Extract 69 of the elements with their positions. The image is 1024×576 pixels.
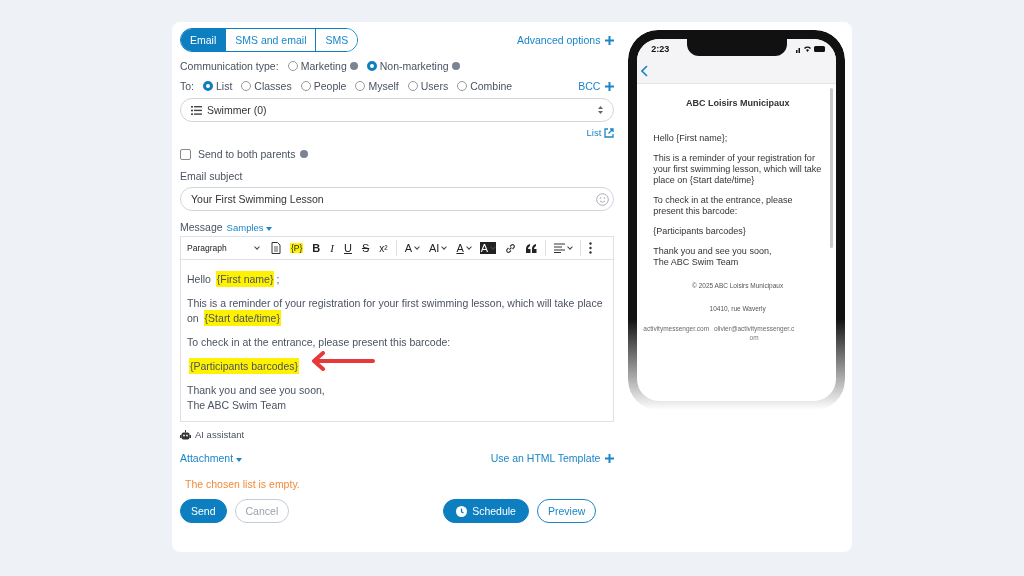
email-paragraph: To check in at the entrance, please present this barcode: [653, 195, 794, 217]
samples-link[interactable]: Samples [226, 221, 273, 233]
channel-tab[interactable]: SMS [315, 29, 358, 51]
list-link[interactable]: List [586, 127, 602, 138]
clock-icon [456, 505, 468, 517]
checkbox[interactable] [180, 148, 191, 160]
back-icon[interactable] [641, 65, 649, 77]
info-icon[interactable] [451, 62, 460, 70]
radio-label: Users [420, 80, 449, 92]
toolbar-button[interactable]: x² [375, 242, 392, 254]
message-paragraph: Thank you and see you soon, The ABC Swim Team [187, 383, 326, 413]
status-time: 2:23 [651, 44, 670, 54]
radio-button[interactable] [366, 61, 377, 71]
radio-label: List [216, 80, 233, 92]
email-paragraph: Hello {First name}; [653, 133, 729, 144]
radio-label: People [313, 80, 347, 92]
advanced-options-link[interactable]: Advanced options [516, 34, 615, 46]
message-label: Message [180, 221, 223, 233]
message-paragraph: {Participants barcodes} [188, 359, 300, 374]
toolbar-button[interactable]: AI [424, 242, 451, 254]
attachment-dropdown[interactable]: Attachment [180, 452, 243, 464]
communication-type-label: Communication type: [180, 60, 279, 72]
radio-label: Myself [368, 80, 399, 92]
toolbar-button[interactable]: {P} [290, 243, 304, 253]
html-template-link[interactable]: Use an HTML Template [490, 452, 615, 464]
subject-label: Email subject [180, 170, 244, 182]
status-icons-drawing [796, 45, 826, 53]
plus-icon [605, 36, 615, 45]
plus-icon [605, 82, 615, 91]
radio-label: Marketing [300, 60, 347, 72]
toolbar-button[interactable]: A [400, 242, 423, 254]
email-paragraph: This is a reminder of your registration for your first swimming lesson, which will take place on {Start date/time} [653, 153, 822, 186]
toolbar-button[interactable]: B [308, 242, 325, 254]
toolbar-button[interactable]: U [340, 242, 356, 254]
radio-label: Non-marketing [379, 60, 449, 72]
error-message: The chosen list is empty. [185, 478, 301, 490]
radio-label: Combine [470, 80, 513, 92]
ai-assistant-link[interactable]: AI assistant [195, 429, 245, 440]
plus-icon [605, 454, 615, 463]
toolbar-button[interactable]: I [326, 242, 338, 254]
email-sender: ABC Loisirs Municipaux [684, 98, 791, 109]
email-paragraph: {Participants barcodes} [653, 226, 747, 237]
action-button[interactable]: Schedule [443, 499, 529, 523]
emoji-icon[interactable] [596, 192, 610, 206]
radio-label: Classes [254, 80, 292, 92]
list-icon [191, 105, 202, 115]
radio-button[interactable] [203, 81, 213, 91]
external-link-icon [604, 127, 615, 138]
caret-icon [236, 458, 243, 462]
paragraph-format-dropdown[interactable]: Paragraph [187, 243, 259, 253]
toolbar-button[interactable]: A [452, 242, 475, 254]
toolbar-button[interactable]: S [357, 242, 374, 254]
message-paragraph: Hello {First name} ; [187, 272, 281, 287]
message-paragraph: To check in at the entrance, please present this barcode: [187, 335, 452, 350]
action-button[interactable]: Send [180, 499, 227, 523]
arrow-annotation [309, 351, 375, 371]
email-paragraph: Thank you and see you soon, The ABC Swim Team [653, 246, 773, 268]
caret-icon [266, 226, 273, 231]
action-button[interactable]: Preview [536, 499, 597, 523]
info-icon[interactable] [349, 62, 358, 70]
channel-tab[interactable]: Email [181, 29, 226, 51]
robot-icon [180, 429, 191, 440]
to-label: To: [180, 80, 194, 92]
message-paragraph: This is a reminder of your registration for your first swimming lesson, which will take place on {Start date/time} [187, 296, 604, 326]
info-icon[interactable] [299, 150, 308, 158]
toolbar-button[interactable]: A [479, 242, 497, 254]
checkbox-label: Send to both parents [198, 148, 296, 160]
sort-icon [598, 106, 604, 114]
bcc-link[interactable]: BCC [578, 80, 615, 92]
